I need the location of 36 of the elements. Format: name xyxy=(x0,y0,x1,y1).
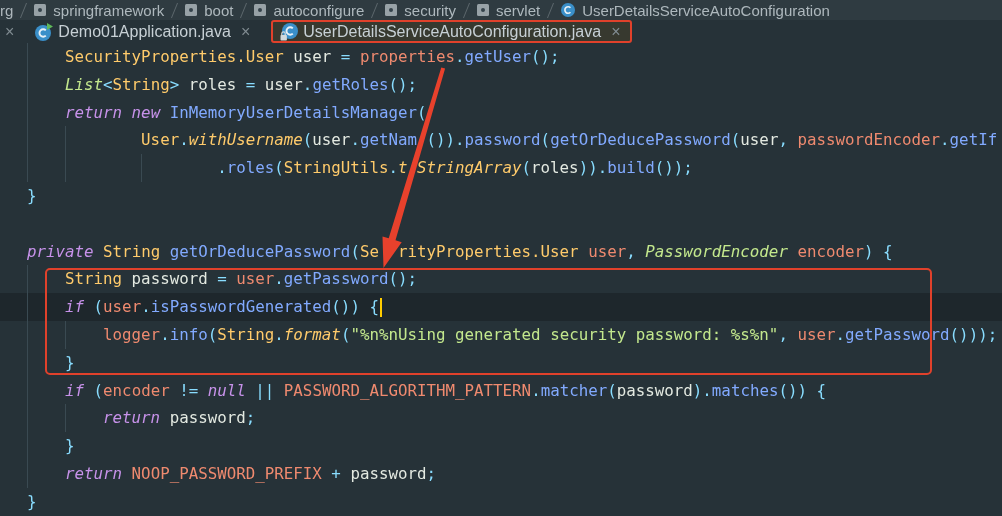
editor-tab[interactable]: Demo01Application.java × xyxy=(26,20,262,43)
code-line: .roles(StringUtils.t StringArray(roles)).build()); xyxy=(217,157,693,180)
code-line: List<String> roles = user.getRoles(); xyxy=(65,73,417,96)
breadcrumb-item[interactable]: rg xyxy=(0,1,14,19)
close-button[interactable]: × xyxy=(238,23,253,40)
code-line: } xyxy=(27,490,37,513)
code-line: String password = user.getPassword(); xyxy=(65,268,417,291)
class-icon xyxy=(561,3,576,17)
breadcrumb-item[interactable]: autoconfigure xyxy=(254,1,365,19)
code-line: private String getOrDeducePassword(Se rityProperties.User user, PasswordEncoder encoder) { xyxy=(27,240,893,263)
package-icon xyxy=(254,4,267,16)
breadcrumb-item[interactable]: security xyxy=(385,1,456,19)
editor-tab[interactable]: UserDetailsServiceAutoConfiguration.java × xyxy=(271,20,632,43)
breadcrumb-item[interactable]: UserDetailsServiceAutoConfiguration xyxy=(561,1,830,19)
code-line: return password; xyxy=(103,407,256,430)
close-button[interactable]: × xyxy=(609,23,623,40)
code-line: } xyxy=(65,351,75,374)
code-line: if (encoder != null || PASSWORD_ALGORITHM_PATTERN.matcher(password).matches()) { xyxy=(65,379,826,402)
package-icon xyxy=(385,4,398,16)
package-icon xyxy=(185,4,198,16)
package-icon xyxy=(477,4,489,16)
code-line: return new InMemoryUserDetailsManager( xyxy=(65,101,427,124)
code-line: } xyxy=(65,435,75,458)
code-line: } xyxy=(27,185,37,207)
code-line: SecurityProperties.User user = properties.getUser(); xyxy=(65,46,560,68)
close-button[interactable]: × xyxy=(3,23,17,40)
code-line: User.withUsername(user.getNam ()).password(getOrDeducePassword(user, passwordEncoder.getIf xyxy=(141,129,998,152)
text-cursor xyxy=(379,297,382,317)
class-run-icon xyxy=(35,22,54,41)
breadcrumb-item[interactable]: boot xyxy=(185,1,234,19)
breadcrumb-item[interactable]: servlet xyxy=(477,1,541,19)
code-line: if (user.isPasswordGenerated()) { xyxy=(65,296,379,319)
class-lock-icon xyxy=(280,22,299,41)
breadcrumb-item[interactable]: springframework xyxy=(34,1,165,19)
package-icon xyxy=(34,4,47,16)
code-line: return NOOP_PASSWORD_PREFIX + password; xyxy=(65,462,436,485)
